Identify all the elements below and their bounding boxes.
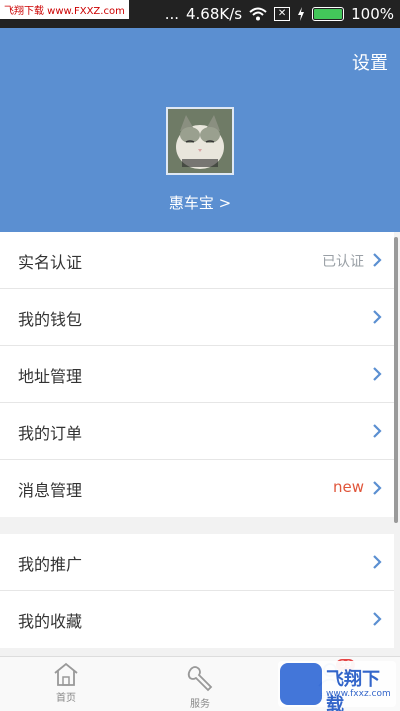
menu-item-address[interactable]: 地址管理 bbox=[0, 346, 394, 403]
chevron-right-icon bbox=[373, 253, 382, 267]
chevron-right-icon bbox=[373, 481, 382, 495]
menu-item-wallet[interactable]: 我的钱包 bbox=[0, 289, 394, 346]
menu-item-label: 我的订单 bbox=[18, 424, 83, 443]
menu-item-favorites[interactable]: 我的收藏 bbox=[0, 591, 394, 648]
verification-status: 已认证 bbox=[322, 254, 364, 270]
menu-group-1: 实名认证 已认证 我的钱包 地址管理 我的订单 消息管理 new bbox=[0, 232, 394, 517]
tab-service-label: 服务 bbox=[190, 699, 210, 710]
chevron-right-icon bbox=[373, 555, 382, 569]
bottom-tab-bar: 首页 服务 我的 39 飞翔下载 www.fxxz.com bbox=[0, 656, 400, 711]
menu-item-label: 我的钱包 bbox=[18, 310, 83, 329]
logo-title: 飞翔下载 bbox=[326, 669, 380, 711]
menu-item-label: 消息管理 bbox=[18, 481, 83, 500]
status-indicators: ... 4.68K/s ✕ 100% bbox=[165, 5, 394, 23]
profile-header: 设置 惠车宝 > bbox=[0, 28, 400, 232]
battery-percent: 100% bbox=[351, 5, 394, 23]
charging-icon bbox=[298, 7, 305, 21]
menu-item-orders[interactable]: 我的订单 bbox=[0, 403, 394, 460]
chevron-right-icon bbox=[373, 424, 382, 438]
no-sim-icon: ✕ bbox=[274, 7, 291, 21]
home-icon bbox=[54, 662, 78, 686]
logo-url: www.fxxz.com bbox=[326, 689, 391, 699]
menu-item-messages[interactable]: 消息管理 new bbox=[0, 460, 394, 517]
menu-item-label: 实名认证 bbox=[18, 253, 83, 272]
tab-service[interactable]: 服务 bbox=[160, 663, 240, 710]
chevron-right-icon bbox=[373, 310, 382, 324]
new-badge: new bbox=[332, 478, 364, 496]
tab-home[interactable]: 首页 bbox=[26, 661, 106, 704]
avatar[interactable] bbox=[166, 107, 234, 175]
menu-item-label: 地址管理 bbox=[18, 367, 83, 386]
settings-button[interactable]: 设置 bbox=[352, 49, 388, 75]
status-bar: 13:31 飞翔下载 www.FXXZ.com ... 4.68K/s ✕ 10… bbox=[0, 0, 400, 28]
battery-icon bbox=[312, 7, 345, 21]
site-logo-watermark: 飞翔下载 www.fxxz.com bbox=[278, 661, 396, 711]
logo-mark-icon bbox=[280, 663, 322, 705]
status-dots: ... bbox=[164, 5, 179, 23]
menu-group-2: 我的推广 我的收藏 bbox=[0, 534, 394, 648]
chevron-right-icon bbox=[373, 612, 382, 626]
chevron-right-icon bbox=[373, 367, 382, 381]
network-speed: 4.68K/s bbox=[186, 5, 243, 23]
username-link[interactable]: 惠车宝 > bbox=[0, 192, 400, 213]
scrollbar[interactable] bbox=[394, 237, 398, 523]
tab-home-label: 首页 bbox=[56, 693, 76, 704]
menu-item-label: 我的推广 bbox=[18, 555, 83, 574]
menu-item-promotion[interactable]: 我的推广 bbox=[0, 534, 394, 591]
wifi-icon bbox=[249, 7, 267, 21]
menu-item-verification[interactable]: 实名认证 已认证 bbox=[0, 232, 394, 289]
cat-avatar-image bbox=[168, 109, 232, 173]
wrench-icon bbox=[187, 666, 213, 692]
site-watermark: 飞翔下载 www.FXXZ.com bbox=[0, 0, 129, 19]
menu-item-label: 我的收藏 bbox=[18, 612, 83, 631]
